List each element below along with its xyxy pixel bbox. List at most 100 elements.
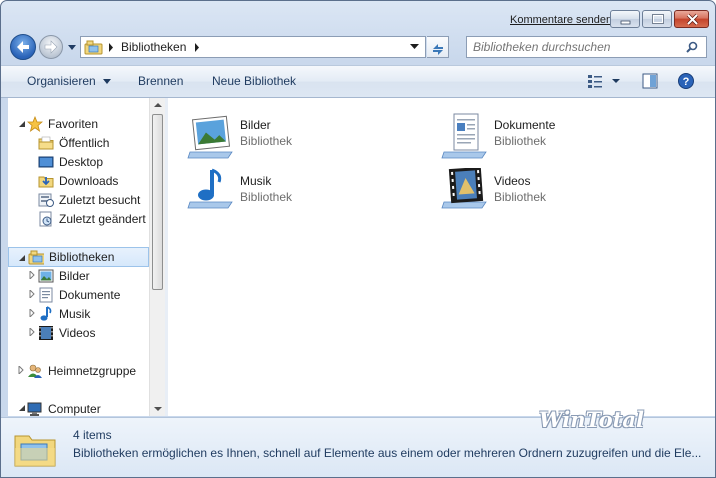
minimize-icon	[620, 20, 631, 25]
downloads-folder-icon	[38, 176, 54, 188]
back-button[interactable]	[10, 34, 36, 60]
tree-item-label: Heimnetzgruppe	[48, 364, 137, 378]
tree-item-label: Computer	[48, 402, 101, 416]
star-icon	[27, 116, 43, 132]
close-button[interactable]	[674, 10, 709, 28]
expand-arrow-icon[interactable]	[29, 309, 37, 317]
title-bar: Kommentare senden	[1, 1, 715, 31]
tree-item-videos[interactable]: Videos	[38, 324, 148, 342]
tree-item-libraries[interactable]: Bibliotheken	[8, 247, 149, 267]
breadcrumb-chevron-icon[interactable]	[108, 43, 114, 52]
breadcrumb-libraries[interactable]: Bibliotheken	[121, 40, 186, 54]
tree-item-homegroup[interactable]: Heimnetzgruppe	[27, 362, 148, 380]
recent-places-icon	[38, 193, 54, 207]
tree-item-music[interactable]: Musik	[38, 305, 148, 323]
expand-arrow-icon[interactable]	[29, 328, 37, 336]
expand-arrow-icon[interactable]	[29, 290, 37, 298]
chevron-down-icon[interactable]	[410, 44, 419, 50]
expand-arrow-icon[interactable]	[18, 366, 26, 374]
maximize-icon	[652, 14, 664, 24]
command-toolbar: Organisieren Brennen Neue Bibliothek ?	[1, 65, 715, 98]
pictures-library-icon	[187, 115, 233, 159]
tree-item-label: Downloads	[59, 174, 119, 188]
computer-icon	[27, 402, 42, 416]
scrollbar-thumb[interactable]	[152, 114, 163, 290]
watermark: WinTotal	[539, 407, 644, 432]
maximize-button[interactable]	[642, 10, 672, 28]
library-type: Bibliothek	[494, 134, 547, 148]
tree-item-label: Favoriten	[48, 117, 99, 131]
recent-changes-icon	[39, 211, 52, 227]
help-icon[interactable]: ?	[678, 73, 694, 89]
library-name: Musik	[240, 174, 272, 188]
homegroup-icon	[28, 364, 42, 378]
library-type: Bibliothek	[494, 190, 547, 204]
libraries-icon	[84, 40, 103, 55]
pictures-icon	[38, 269, 54, 283]
libraries-icon	[28, 250, 44, 265]
library-type: Bibliothek	[240, 190, 293, 204]
library-name: Bilder	[240, 118, 271, 132]
content-area: Bilder Bibliothek Dokumente Bibliothek M…	[168, 98, 715, 416]
tree-item-label: Bibliotheken	[49, 250, 115, 264]
tree-item-recent-places[interactable]: Zuletzt besucht	[38, 191, 148, 209]
search-input[interactable]	[473, 39, 673, 55]
videos-icon	[39, 326, 53, 340]
refresh-icon	[433, 44, 443, 55]
scroll-down-icon[interactable]	[154, 406, 162, 412]
arrow-right-icon	[44, 40, 58, 54]
history-dropdown-icon[interactable]	[67, 42, 77, 52]
tree-item-label: Bilder	[59, 269, 90, 283]
library-tile-videos[interactable]: Videos Bibliothek	[440, 168, 670, 218]
feedback-link[interactable]: Kommentare senden	[510, 14, 612, 26]
new-library-button[interactable]: Neue Bibliothek	[212, 74, 296, 88]
documents-icon	[39, 287, 53, 303]
chevron-down-icon	[103, 79, 112, 84]
minimize-button[interactable]	[610, 10, 640, 28]
library-tile-pictures[interactable]: Bilder Bibliothek	[186, 112, 416, 162]
tree-item-public[interactable]: Öffentlich	[38, 134, 148, 152]
address-bar[interactable]: Bibliotheken	[80, 36, 426, 58]
details-description: Bibliotheken ermöglichen es Ihnen, schne…	[73, 446, 702, 460]
library-type: Bibliothek	[240, 134, 293, 148]
documents-library-icon	[441, 113, 487, 159]
library-name: Dokumente	[494, 118, 556, 132]
folder-icon	[38, 136, 54, 150]
navpane-scrollbar[interactable]	[149, 98, 165, 416]
tree-item-recent-changes[interactable]: Zuletzt geändert	[38, 210, 149, 228]
tree-item-pictures[interactable]: Bilder	[38, 267, 148, 285]
view-options-icon[interactable]	[587, 73, 621, 89]
collapse-arrow-icon[interactable]	[18, 404, 26, 412]
collapse-arrow-icon[interactable]	[18, 254, 26, 262]
search-box[interactable]	[466, 36, 707, 58]
forward-button[interactable]	[39, 35, 63, 59]
tree-item-downloads[interactable]: Downloads	[38, 172, 148, 190]
tree-item-documents[interactable]: Dokumente	[38, 286, 148, 304]
organize-button[interactable]: Organisieren	[27, 74, 112, 88]
library-tile-music[interactable]: Musik Bibliothek	[186, 168, 416, 218]
expand-arrow-icon[interactable]	[29, 271, 37, 279]
preview-pane-icon[interactable]	[642, 73, 658, 89]
burn-button[interactable]: Brennen	[138, 74, 183, 88]
music-icon	[40, 306, 52, 321]
close-icon	[686, 13, 699, 26]
libraries-icon	[14, 435, 56, 467]
tree-item-label: Desktop	[59, 155, 104, 169]
tree-item-computer[interactable]: Computer	[27, 400, 148, 416]
refresh-button[interactable]	[427, 36, 449, 58]
tree-item-label: Musik	[59, 307, 91, 321]
navigation-pane: Favoriten Öffentlich Desktop Downloads Z…	[8, 98, 149, 416]
item-count: 4 items	[73, 428, 112, 442]
scroll-up-icon[interactable]	[154, 102, 162, 108]
breadcrumb-chevron-icon[interactable]	[194, 43, 200, 52]
collapse-arrow-icon[interactable]	[18, 120, 26, 128]
library-tile-documents[interactable]: Dokumente Bibliothek	[440, 112, 670, 162]
organize-label: Organisieren	[27, 74, 96, 88]
tree-item-label: Zuletzt besucht	[59, 193, 141, 207]
search-icon[interactable]	[686, 41, 698, 53]
tree-item-favorites[interactable]: Favoriten	[27, 115, 137, 133]
desktop-icon	[38, 156, 54, 168]
arrow-left-icon	[17, 41, 29, 53]
tree-item-desktop[interactable]: Desktop	[38, 153, 148, 171]
videos-library-icon	[441, 168, 487, 209]
